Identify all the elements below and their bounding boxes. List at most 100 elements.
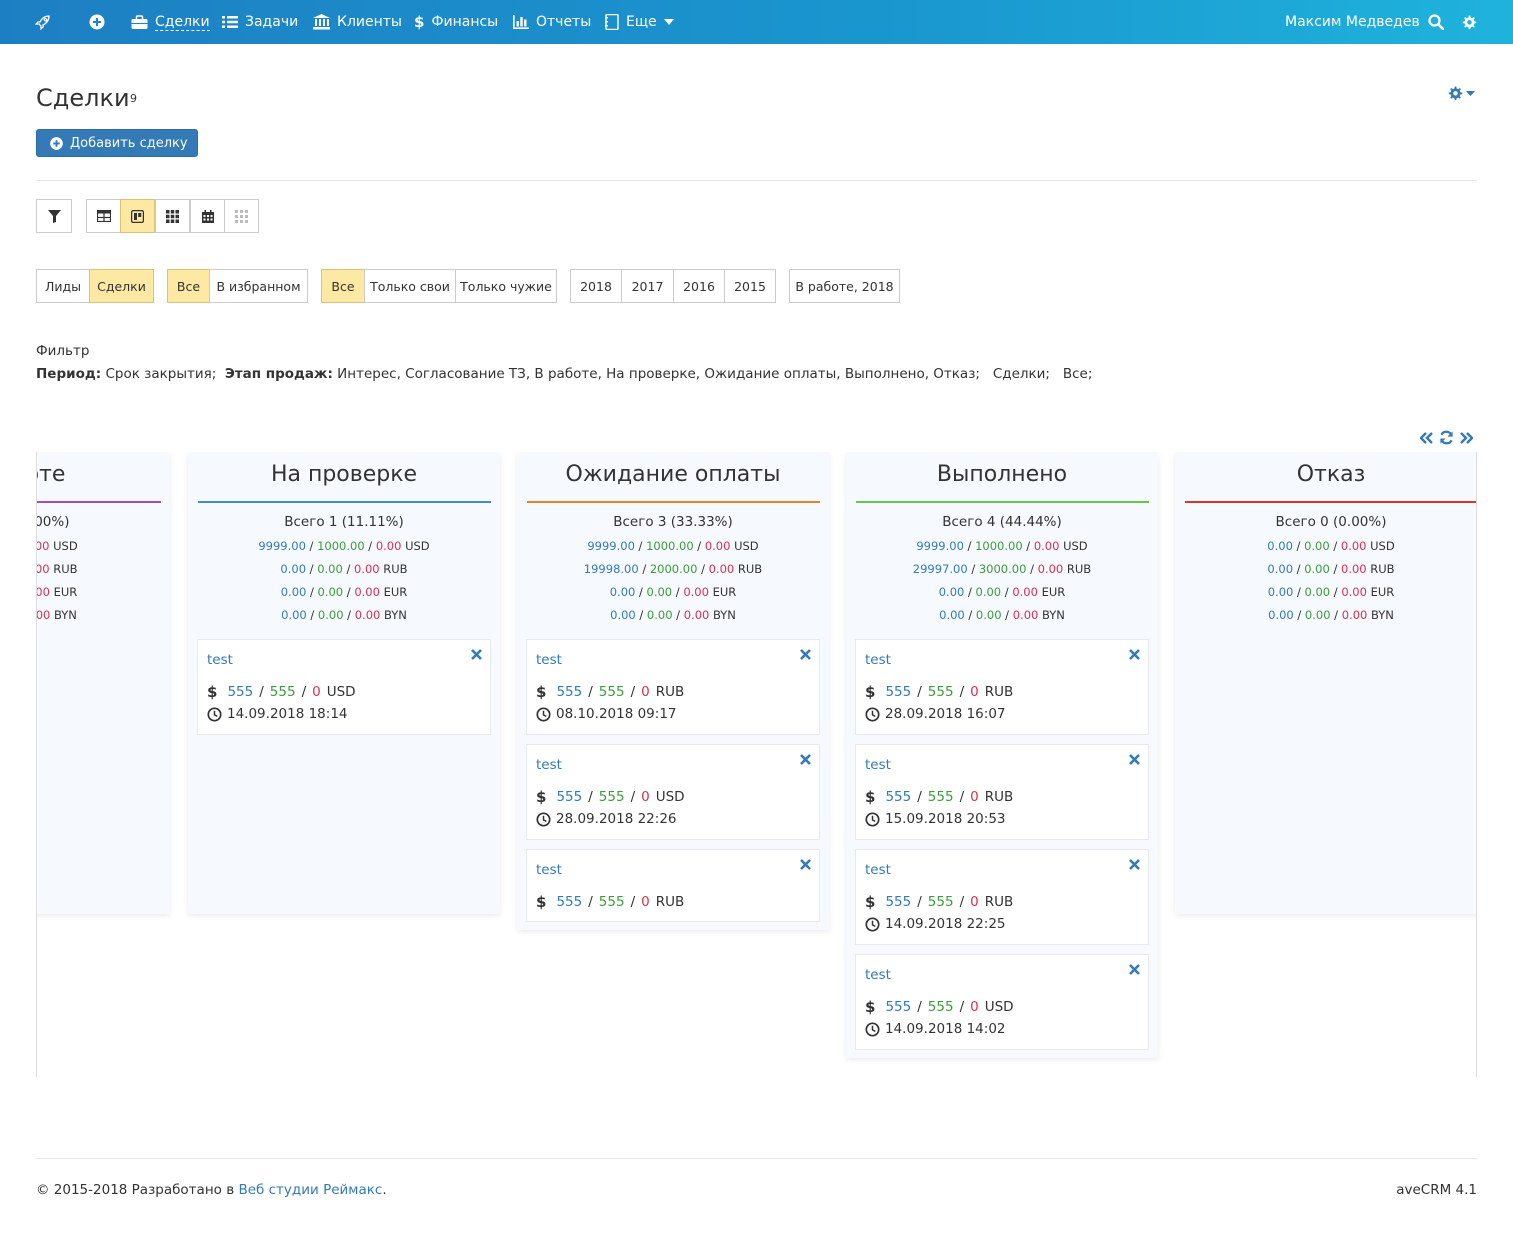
nav-tasks[interactable]: Задачи xyxy=(222,0,298,44)
kanban-column: В работе Всего 0 (0.00%) 0.00 / 0.00 / 0.0… xyxy=(37,452,170,914)
nav-clients[interactable]: Клиенты xyxy=(313,0,402,44)
money-currency: EUR xyxy=(383,585,408,599)
add-deal-button[interactable]: Добавить сделку xyxy=(36,129,198,157)
nav-deals[interactable]: Сделки xyxy=(131,0,210,44)
footer-studio-link[interactable]: Веб студии Реймакс xyxy=(238,1182,382,1198)
column-title: Ожидание оплаты xyxy=(565,462,781,487)
filter-owner-mine[interactable]: Только свои xyxy=(364,269,456,303)
filter-owner-all[interactable]: Все xyxy=(321,269,365,303)
money-planned: 0.00 xyxy=(280,585,307,599)
filter-status[interactable]: В работе, 2018 xyxy=(789,269,900,303)
view-kanban-button[interactable] xyxy=(120,199,155,233)
deal-name[interactable]: test xyxy=(865,967,891,983)
deal-name[interactable]: test xyxy=(865,652,891,668)
add-circle-icon xyxy=(50,136,63,150)
close-icon[interactable] xyxy=(1129,858,1140,874)
caret-down-icon xyxy=(1466,91,1475,96)
money-expense: 0.00 xyxy=(354,608,381,622)
close-icon[interactable] xyxy=(1129,963,1140,979)
deal-name[interactable]: test xyxy=(865,757,891,773)
double-chevron-right-icon[interactable] xyxy=(1460,431,1473,444)
double-chevron-left-icon[interactable] xyxy=(1420,431,1433,444)
column-money-row: 0.00 / 0.00 / 0.00 USD xyxy=(37,539,170,553)
filter-deals[interactable]: Сделки xyxy=(89,269,154,303)
deal-card[interactable]: test $555/555/0 RUB xyxy=(526,849,820,922)
view-gantt-button[interactable] xyxy=(224,199,259,233)
user-name[interactable]: Максим Медведев xyxy=(1285,0,1420,44)
close-icon[interactable] xyxy=(1129,753,1140,769)
rocket-icon[interactable] xyxy=(35,0,51,44)
deal-card[interactable]: test $555/555/0 USD 28.09.2018 22:26 xyxy=(526,744,820,840)
column-money-row: 0.00 / 0.00 / 0.00 EUR xyxy=(1267,585,1395,599)
filter-favorites[interactable]: В избранном xyxy=(209,269,308,303)
close-icon[interactable] xyxy=(800,648,811,664)
money-expense: 0.00 xyxy=(708,562,735,576)
filter-year-2017[interactable]: 2017 xyxy=(621,269,674,303)
filter-fav-all[interactable]: Все xyxy=(167,269,210,303)
filter-icon xyxy=(47,209,61,223)
deal-card[interactable]: test $555/555/0 RUB 28.09.2018 16:07 xyxy=(855,639,1149,735)
deal-date-text: 28.09.2018 22:26 xyxy=(556,811,677,827)
add-circle-icon[interactable] xyxy=(89,0,105,44)
deal-currency: RUB xyxy=(655,894,685,910)
nav-more-dropdown[interactable]: Еще xyxy=(605,0,674,44)
refresh-icon[interactable] xyxy=(1439,430,1454,445)
deal-expense: 0 xyxy=(970,684,979,700)
nav-reports[interactable]: Отчеты xyxy=(513,0,591,44)
view-grid-button[interactable] xyxy=(155,199,190,233)
deal-card[interactable]: test $555/555/0 RUB 15.09.2018 20:53 xyxy=(855,744,1149,840)
money-currency: EUR xyxy=(712,585,737,599)
nav-finance[interactable]: $ Финансы xyxy=(414,0,498,44)
close-icon[interactable] xyxy=(471,648,482,664)
dollar-icon: $ xyxy=(207,683,218,701)
gear-icon[interactable] xyxy=(1462,0,1477,44)
filter-year-2018[interactable]: 2018 xyxy=(570,269,622,303)
deal-date: 28.09.2018 22:26 xyxy=(536,811,677,827)
deal-paid: 555 xyxy=(927,684,954,700)
money-expense: 0.00 xyxy=(704,539,731,553)
deal-name[interactable]: test xyxy=(536,862,562,878)
money-expense: 0.00 xyxy=(1341,585,1367,599)
deal-paid: 555 xyxy=(269,684,296,700)
kanban-board: В работе Всего 0 (0.00%) 0.00 / 0.00 / 0.0… xyxy=(36,452,1477,1077)
dollar-icon: $ xyxy=(536,788,547,806)
deal-paid: 555 xyxy=(598,894,625,910)
deal-name[interactable]: test xyxy=(207,652,233,668)
deal-amounts: $555/555/0 USD xyxy=(536,788,685,806)
deal-date-text: 14.09.2018 18:14 xyxy=(227,706,348,722)
column-money-row: 0.00 / 0.00 / 0.00 RUB xyxy=(280,562,408,576)
column-money-row: 0.00 / 0.00 / 0.00 BYN xyxy=(37,608,170,622)
deal-name[interactable]: test xyxy=(865,862,891,878)
filter-leads[interactable]: Лиды xyxy=(36,269,90,303)
filter-owner-others[interactable]: Только чужие xyxy=(455,269,557,303)
list-icon xyxy=(222,16,238,28)
close-icon[interactable] xyxy=(800,858,811,874)
money-paid: 0.00 xyxy=(317,562,343,576)
deal-card[interactable]: test $555/555/0 USD 14.09.2018 14:02 xyxy=(855,954,1149,1050)
search-icon[interactable] xyxy=(1428,0,1444,44)
deal-expense: 0 xyxy=(970,894,979,910)
view-calendar-button[interactable] xyxy=(190,199,225,233)
filter-button[interactable] xyxy=(36,199,72,233)
deal-card[interactable]: test $555/555/0 RUB 08.10.2018 09:17 xyxy=(526,639,820,735)
deal-card[interactable]: test $555/555/0 USD 14.09.2018 18:14 xyxy=(197,639,491,735)
page-settings-dropdown[interactable] xyxy=(1448,86,1475,101)
deal-name[interactable]: test xyxy=(536,757,562,773)
filter-year-2016[interactable]: 2016 xyxy=(673,269,725,303)
money-paid: 0.00 xyxy=(646,608,673,622)
dollar-icon: $ xyxy=(865,683,876,701)
column-money-row: 0.00 / 0.00 / 0.00 USD xyxy=(1267,539,1395,553)
deal-planned: 555 xyxy=(885,999,912,1015)
close-icon[interactable] xyxy=(1129,648,1140,664)
close-icon[interactable] xyxy=(800,753,811,769)
deal-name[interactable]: test xyxy=(536,652,562,668)
view-table-button[interactable] xyxy=(86,199,121,233)
column-color-bar xyxy=(856,501,1149,503)
clock-icon xyxy=(865,916,880,932)
deal-amounts: $555/555/0 RUB xyxy=(865,683,1014,701)
deal-card[interactable]: test $555/555/0 RUB 14.09.2018 22:25 xyxy=(855,849,1149,945)
bar-chart-icon xyxy=(513,15,529,29)
money-currency: RUB xyxy=(383,562,408,576)
filter-year-2015[interactable]: 2015 xyxy=(724,269,776,303)
table-icon xyxy=(96,210,111,222)
